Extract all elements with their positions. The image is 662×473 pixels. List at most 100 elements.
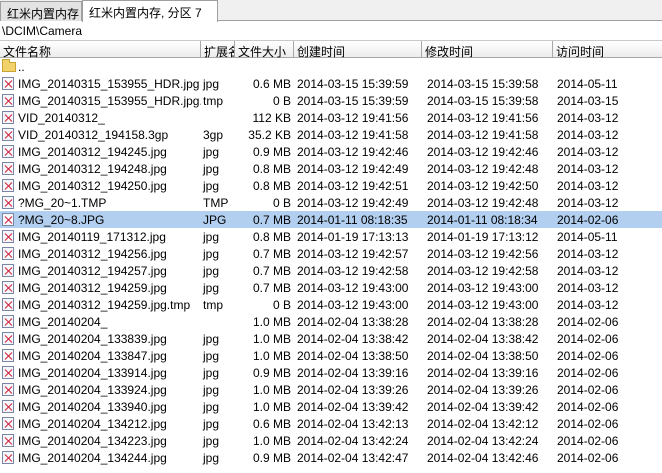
file-modified: 2014-02-04 13:38:42 [427,332,539,346]
column-header-ext[interactable]: 扩展名 [201,41,235,58]
file-size: 1.0 MB [252,400,291,414]
file-modified: 2014-03-12 19:42:48 [427,196,539,210]
file-row[interactable]: VID_20140312_ 112 KB 2014-03-12 19:41:56 20… [0,109,662,126]
file-row[interactable]: IMG_20140312_194245.jpg jpg 0.9 MB 2014-03-… [0,143,662,160]
file-name: IMG_20140119_171312.jpg [18,230,166,244]
file-size: 0.7 MB [252,264,291,278]
file-icon [2,434,14,447]
file-created: 2014-02-04 13:42:13 [297,417,409,431]
file-accessed: 2014-03-15 [557,94,619,108]
file-size: 112 KB [252,111,291,125]
file-accessed: 2014-03-12 [557,128,619,142]
file-size: 0.7 MB [252,281,291,295]
parent-folder-row[interactable]: .. [0,58,662,75]
file-row[interactable]: IMG_20140312_194259.jpg.tmp tmp 0 B 2014-03… [0,296,662,313]
file-ext: tmp [203,94,224,108]
file-row[interactable]: IMG_20140204_134244.jpg jpg 0.9 MB 2014-02-… [0,449,662,466]
file-created: 2014-01-19 17:13:13 [297,230,409,244]
file-icon [2,128,14,141]
file-name: IMG_20140204_134223.jpg [18,434,167,448]
file-created: 2014-02-04 13:38:28 [297,315,409,329]
column-header-accessed[interactable]: 访问时间 [553,41,662,58]
file-created: 2014-02-04 13:42:24 [297,434,409,448]
file-created: 2014-02-04 13:42:47 [297,451,409,465]
file-row[interactable]: IMG_20140204_133839.jpg jpg 1.0 MB 2014-02-… [0,330,662,347]
file-modified: 2014-01-19 17:13:12 [427,230,539,244]
file-row[interactable]: ?MG_20~1.TMP TMP 0 B 2014-03-12 19:42:49 201… [0,194,662,211]
file-created: 2014-03-15 15:39:59 [297,77,409,91]
file-modified: 2014-03-12 19:42:56 [427,247,539,261]
file-size: 0 B [272,94,291,108]
tab-internal-storage[interactable]: 红米内置内存 [0,1,82,21]
file-created: 2014-03-15 15:39:59 [297,94,409,108]
file-ext: jpg [203,434,220,448]
column-header: 文件名称 扩展名 文件大小 创建时间 修改时间 访问时间 [0,40,662,58]
column-header-created[interactable]: 创建时间 [294,41,422,58]
file-modified: 2014-01-11 08:18:34 [427,213,538,227]
column-header-modified[interactable]: 修改时间 [422,41,553,58]
file-name: IMG_20140204_134212.jpg [18,417,167,431]
file-row[interactable]: IMG_20140204_134212.jpg jpg 0.6 MB 2014-02-… [0,415,662,432]
file-icon [2,162,14,175]
file-created: 2014-03-12 19:42:49 [297,196,409,210]
file-modified: 2014-02-04 13:42:24 [427,434,539,448]
file-accessed: 2014-05-11 [557,77,618,91]
tab-partition-7[interactable]: 红米内置内存, 分区 7 [82,0,218,22]
file-row[interactable]: ?MG_20~8.JPG JPG 0.7 MB 2014-01-11 08:18:35… [0,211,662,228]
file-created: 2014-03-12 19:41:58 [297,128,409,142]
file-icon [2,281,14,294]
file-icon [2,179,14,192]
file-ext: jpg [203,332,220,346]
file-row[interactable]: IMG_20140204_133940.jpg jpg 1.0 MB 2014-02-… [0,398,662,415]
file-ext: jpg [203,179,220,193]
file-name: IMG_20140312_194259.jpg [18,281,167,295]
file-icon [2,145,14,158]
file-row[interactable]: IMG_20140119_171312.jpg jpg 0.8 MB 2014-01-… [0,228,662,245]
file-ext: jpg [203,230,220,244]
column-header-size[interactable]: 文件大小 [235,41,294,58]
file-accessed: 2014-02-06 [557,315,619,329]
file-ext: jpg [203,400,220,414]
file-list: .. IMG_20140315_153955_HDR.jpg jpg 0.6 MB 2… [0,58,662,473]
file-name: VID_20140312_194158.3gp [18,128,169,142]
file-ext [201,313,235,330]
file-icon [2,349,14,362]
file-icon [2,196,14,209]
file-icon [2,247,14,260]
file-size: 0.9 MB [252,366,291,380]
column-header-name[interactable]: 文件名称 [0,41,201,58]
file-modified: 2014-02-04 13:42:46 [427,451,539,465]
file-accessed: 2014-02-06 [557,451,619,465]
file-name: IMG_20140312_194245.jpg [18,145,167,159]
file-ext: jpg [203,162,220,176]
file-row[interactable]: VID_20140312_194158.3gp 3gp 35.2 KB 2014-03… [0,126,662,143]
file-modified: 2014-03-12 19:42:50 [427,179,539,193]
file-name: IMG_20140204_134244.jpg [18,451,167,465]
file-row[interactable]: IMG_20140312_194248.jpg jpg 0.8 MB 2014-03-… [0,160,662,177]
file-row[interactable]: IMG_20140204_134223.jpg jpg 1.0 MB 2014-02-… [0,432,662,449]
file-name: IMG_20140312_194257.jpg [18,264,167,278]
file-row[interactable]: IMG_20140312_194250.jpg jpg 0.8 MB 2014-03-… [0,177,662,194]
file-row[interactable]: IMG_20140315_153955_HDR.jpg.tmptmp 0 B 201… [0,92,662,109]
file-name: VID_20140312_ [18,111,105,125]
file-modified: 2014-02-04 13:42:12 [427,417,539,431]
folder-icon [2,59,16,72]
file-icon [2,417,14,430]
file-accessed: 2014-03-12 [557,247,619,261]
file-row[interactable]: IMG_20140204_133924.jpg jpg 1.0 MB 2014-02-… [0,381,662,398]
file-row[interactable]: IMG_20140312_194257.jpg jpg 0.7 MB 2014-03-… [0,262,662,279]
file-row[interactable]: IMG_20140312_194256.jpg jpg 0.7 MB 2014-03-… [0,245,662,262]
file-icon [2,451,14,464]
file-row[interactable]: IMG_20140204_133847.jpg jpg 1.0 MB 2014-02-… [0,347,662,364]
file-created: 2014-02-04 13:39:42 [297,400,409,414]
file-size: 0.8 MB [252,162,291,176]
file-size: 0.6 MB [252,77,291,91]
file-ext [201,109,235,126]
file-row[interactable]: IMG_20140204_133914.jpg jpg 0.9 MB 2014-02-… [0,364,662,381]
file-row[interactable]: IMG_20140315_153955_HDR.jpg jpg 0.6 MB 2014… [0,75,662,92]
file-size: 0 B [272,298,291,312]
file-name: IMG_20140204_133847.jpg [18,349,167,363]
file-row[interactable]: IMG_20140204_ 1.0 MB 2014-02-04 13:38:28 20… [0,313,662,330]
file-size: 1.0 MB [252,383,291,397]
file-row[interactable]: IMG_20140312_194259.jpg jpg 0.7 MB 2014-03-… [0,279,662,296]
